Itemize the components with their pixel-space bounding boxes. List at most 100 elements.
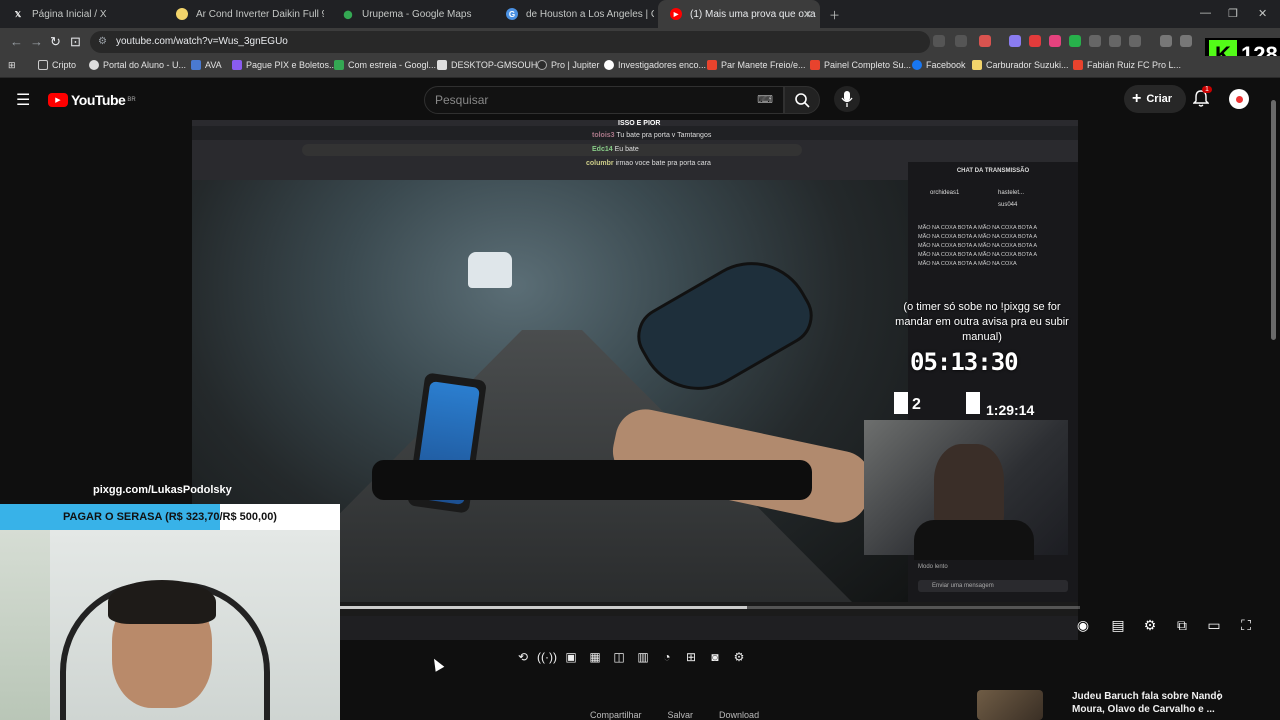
keyboard-icon[interactable]: ⌨	[757, 87, 773, 113]
create-button[interactable]: + Criar	[1124, 85, 1186, 113]
maximize-icon[interactable]: ❐	[1228, 7, 1238, 20]
bookmark-item[interactable]: DESKTOP-GMSOUHF	[437, 60, 543, 70]
bookmark-item[interactable]: AVA	[191, 60, 222, 70]
settings-icon[interactable]: ⚙	[730, 648, 748, 666]
voice-search-button[interactable]	[834, 86, 860, 112]
add-icon[interactable]: ⊞	[682, 648, 700, 666]
avatar[interactable]	[1229, 89, 1249, 109]
drive-icon	[334, 60, 344, 70]
mouse-cursor-icon	[429, 656, 445, 672]
bookmarks-bar: ⊞ Cripto Portal do Aluno - U... AVA Pagu…	[0, 56, 1280, 78]
close-window-icon[interactable]: ✕	[1258, 7, 1267, 20]
bookmark-label: Com estreia - Googl...	[348, 60, 437, 70]
bookmark-item[interactable]: Fabián Ruiz FC Pro L...	[1073, 60, 1181, 70]
clip-icon[interactable]: ▦	[586, 648, 604, 666]
extensions-puzzle-icon[interactable]	[1109, 35, 1121, 47]
tab-maps[interactable]: ⬤ Urupema - Google Maps	[330, 0, 490, 28]
plus-icon: +	[1132, 90, 1142, 107]
apps-grid-icon[interactable]: ⊞	[8, 60, 16, 71]
chat-user: sus044	[998, 202, 1018, 208]
film-icon[interactable]: ▥	[634, 648, 652, 666]
bookmark-page-icon[interactable]: ⊡	[70, 34, 81, 50]
share-button[interactable]: Compartilhar	[590, 710, 642, 720]
bookmark-item[interactable]: Cripto	[38, 60, 76, 70]
futbin-icon	[1073, 60, 1083, 70]
suggested-title[interactable]: Judeu Baruch fala sobre Nando Moura, Ola…	[1072, 690, 1232, 716]
store-icon	[810, 60, 820, 70]
close-tab-icon[interactable]: ✕	[803, 8, 812, 21]
camera-icon[interactable]: ◙	[706, 648, 724, 666]
bookmark-item[interactable]: Carburador Suzuki...	[972, 60, 1069, 70]
chat-text: Tu bate pra porta v Tamtangos	[616, 132, 712, 139]
media-icon[interactable]	[1160, 35, 1172, 47]
progress-fill	[340, 606, 747, 609]
audio-icon[interactable]: ((·))	[537, 648, 557, 666]
scrollbar-thumb[interactable]	[1271, 100, 1276, 340]
avatar-dot-icon	[1235, 95, 1243, 103]
download-button[interactable]: Download	[719, 710, 759, 720]
settings-gear-icon[interactable]: ⚙	[1141, 616, 1159, 634]
tab-youtube-active[interactable]: ▶ (1) Mais uma prova que o ra ✕	[658, 0, 820, 28]
url-field[interactable]: ⚙ youtube.com/watch?v=Wus_3gnEGUo	[90, 31, 930, 53]
autoplay-toggle-icon[interactable]: ◉	[1074, 616, 1092, 634]
speed-icon[interactable]: ◔	[658, 648, 676, 666]
bookmark-item[interactable]: Facebook	[912, 60, 966, 70]
tab-x-home[interactable]: 𝕏 Página Inicial / X	[0, 0, 160, 28]
chat-message: MÃO NA COXA BOTA A MÃO NA COXA BOTA A	[918, 225, 1038, 231]
page-scrollbar[interactable]	[1270, 80, 1278, 720]
tab-google[interactable]: G de Houston a Los Angeles | Google	[494, 0, 654, 28]
extension-icon[interactable]	[1009, 35, 1021, 47]
bookmark-label: AVA	[205, 60, 222, 70]
url-text: youtube.com/watch?v=Wus_3gnEGUo	[116, 36, 288, 47]
reload-icon[interactable]: ↻	[50, 34, 61, 50]
notifications-button[interactable]: 1	[1192, 86, 1212, 113]
brave-shield-icon[interactable]	[979, 35, 991, 47]
cast-icon[interactable]	[933, 35, 945, 47]
video-progress-bar[interactable]	[340, 606, 1080, 609]
captured-chat-line: tolois3 Tu bate pra porta v Tamtangos	[592, 132, 711, 139]
search-button[interactable]	[784, 86, 820, 114]
forward-icon[interactable]: →	[30, 34, 43, 49]
suggested-thumbnail[interactable]	[977, 690, 1043, 720]
menu-icon[interactable]: ☰	[16, 90, 30, 110]
bookmark-item[interactable]: Com estreia - Googl...	[334, 60, 436, 70]
extension-icon[interactable]	[1069, 35, 1081, 47]
bookmark-label: Cripto	[52, 60, 77, 70]
minimize-icon[interactable]: —	[1200, 7, 1211, 19]
sidebar-icon[interactable]	[1180, 35, 1192, 47]
suggested-video[interactable]: Judeu Baruch fala sobre Nando Moura, Ola…	[975, 688, 1275, 720]
captured-header-text: ISSO E PIOR	[618, 120, 661, 127]
bookmark-label: DESKTOP-GMSOUHF	[451, 60, 543, 70]
theater-mode-icon[interactable]: ▭	[1205, 616, 1223, 634]
bookmark-item[interactable]: Pague PIX e Boletos...	[232, 60, 337, 70]
region-label: BR	[127, 97, 136, 103]
new-tab-icon[interactable]: ＋	[829, 7, 840, 23]
save-button[interactable]: Salvar	[668, 710, 694, 720]
browser-tab-bar: 𝕏 Página Inicial / X Ar Cond Inverter Da…	[0, 0, 1280, 28]
site-info-icon[interactable]: ⚙	[98, 31, 107, 53]
extension-icon[interactable]	[1049, 35, 1061, 47]
crop-icon[interactable]: ◫	[610, 648, 628, 666]
search-input[interactable]: Pesquisar ⌨	[424, 86, 784, 114]
miniplayer-icon[interactable]: ⧉	[1173, 616, 1191, 634]
subtitles-icon[interactable]: ▤	[1109, 616, 1127, 634]
extension-icon[interactable]	[1089, 35, 1101, 47]
bookmark-item[interactable]: Painel Completo Su...	[810, 60, 911, 70]
tab-store[interactable]: Ar Cond Inverter Daikin Full 9000 Bt	[164, 0, 324, 28]
bookmark-item[interactable]: Par Manete Freio/e...	[707, 60, 806, 70]
chat-user: Edc14	[592, 146, 613, 153]
fullscreen-icon[interactable]: ⛶	[1237, 616, 1255, 634]
bookmark-item[interactable]: Portal do Aluno - U...	[89, 60, 186, 70]
view-icon[interactable]: ▣	[562, 648, 580, 666]
bookmark-item[interactable]: Investigadores enco...	[604, 60, 706, 70]
extension-icon[interactable]	[1029, 35, 1041, 47]
chat-message: MÃO NA COXA BOTA A MÃO NA COXA BOTA A	[918, 252, 1038, 258]
loop-icon[interactable]: ⟲	[514, 648, 532, 666]
youtube-logo[interactable]: ▶ YouTube BR	[48, 92, 136, 108]
more-options-icon[interactable]: ⋮	[1213, 688, 1225, 702]
share-icon[interactable]	[955, 35, 967, 47]
screenshot-icon[interactable]	[1129, 35, 1141, 47]
back-icon[interactable]: ←	[10, 34, 23, 49]
bookmark-item[interactable]: Pro | Jupiter	[537, 60, 599, 70]
reactor-hair	[108, 580, 216, 624]
